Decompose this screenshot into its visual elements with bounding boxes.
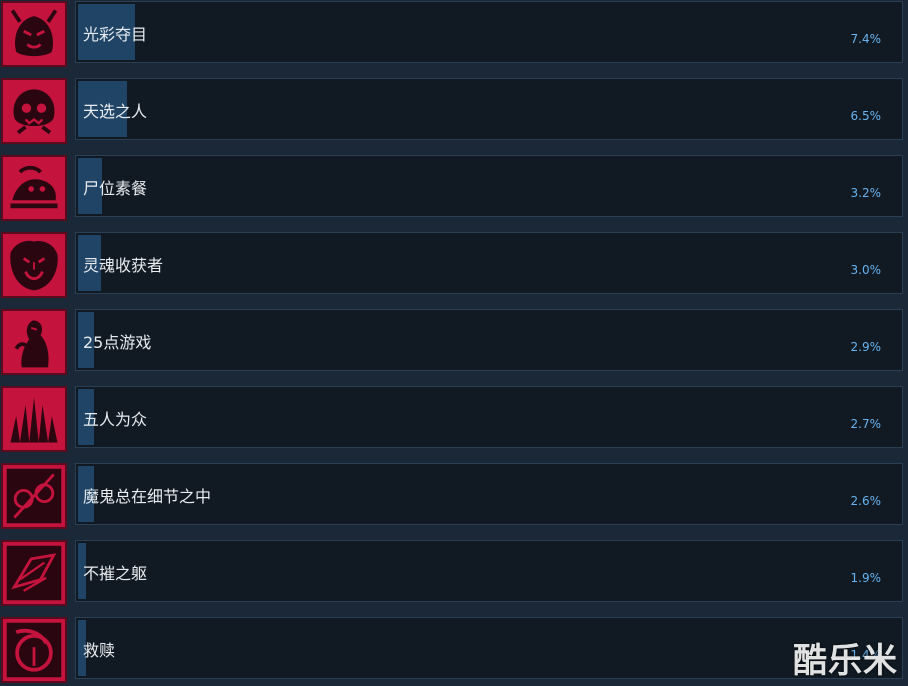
achievement-row[interactable]: 魔鬼总在细节之中 2.6% [0, 462, 908, 539]
achievement-percent: 3.0% [850, 263, 882, 277]
achievement-name: 25点游戏 [83, 333, 152, 352]
achievement-name: 灵魂收获者 [83, 256, 164, 275]
achievement-percent: 2.6% [850, 494, 882, 508]
achievement-percent: 6.5% [850, 109, 882, 123]
hands-rising-icon [1, 386, 67, 452]
achievement-panel: 魔鬼总在细节之中 2.6% [75, 463, 903, 525]
site-watermark: 酷乐米 [793, 641, 898, 681]
achievement-panel: 救赎 1.4% [75, 617, 903, 679]
achievement-name: 救赎 [83, 641, 116, 660]
achievement-percent: 3.2% [850, 186, 882, 200]
scythe-circle-icon [1, 617, 67, 683]
achievement-panel: 尸位素餐 3.2% [75, 155, 903, 217]
achievement-row[interactable]: 不摧之躯 1.9% [0, 539, 908, 616]
achievement-name: 魔鬼总在细节之中 [83, 487, 212, 506]
achievement-row[interactable]: 尸位素餐 3.2% [0, 154, 908, 231]
reaper-face-icon [1, 232, 67, 298]
skull-flames-icon [1, 78, 67, 144]
achievement-name: 不摧之躯 [83, 564, 148, 583]
achievement-row[interactable]: 灵魂收获者 3.0% [0, 231, 908, 308]
achievement-panel: 灵魂收获者 3.0% [75, 232, 903, 294]
achievement-row[interactable]: 救赎 1.4% [0, 616, 908, 686]
achievement-name: 光彩夺目 [83, 25, 148, 44]
achievement-panel: 25点游戏 2.9% [75, 309, 903, 371]
achievement-name: 尸位素餐 [83, 179, 148, 198]
achievement-panel: 光彩夺目 7.4% [75, 1, 903, 63]
armor-shard-icon [1, 540, 67, 606]
achievement-percent: 7.4% [850, 32, 882, 46]
achievement-row[interactable]: 25点游戏 2.9% [0, 308, 908, 385]
feast-creature-icon [1, 155, 67, 221]
silhouette-figure-icon [1, 309, 67, 375]
achievement-row[interactable]: 五人为众 2.7% [0, 385, 908, 462]
achievement-name: 五人为众 [83, 410, 148, 429]
achievement-panel: 不摧之躯 1.9% [75, 540, 903, 602]
achievement-list: 光彩夺目 7.4% 天选之人 6.5% 尸位素餐 3.2% 灵魂收获者 3.0%… [0, 0, 908, 686]
achievement-row[interactable]: 光彩夺目 7.4% [0, 0, 908, 77]
achievement-name: 天选之人 [83, 102, 148, 121]
achievement-percent: 2.7% [850, 417, 882, 431]
achievement-panel: 天选之人 6.5% [75, 78, 903, 140]
achievement-percent: 1.9% [850, 571, 882, 585]
achievement-row[interactable]: 天选之人 6.5% [0, 77, 908, 154]
glasses-scribble-icon [1, 463, 67, 529]
achievement-percent: 2.9% [850, 340, 882, 354]
achievement-panel: 五人为众 2.7% [75, 386, 903, 448]
demon-face-icon [1, 1, 67, 67]
